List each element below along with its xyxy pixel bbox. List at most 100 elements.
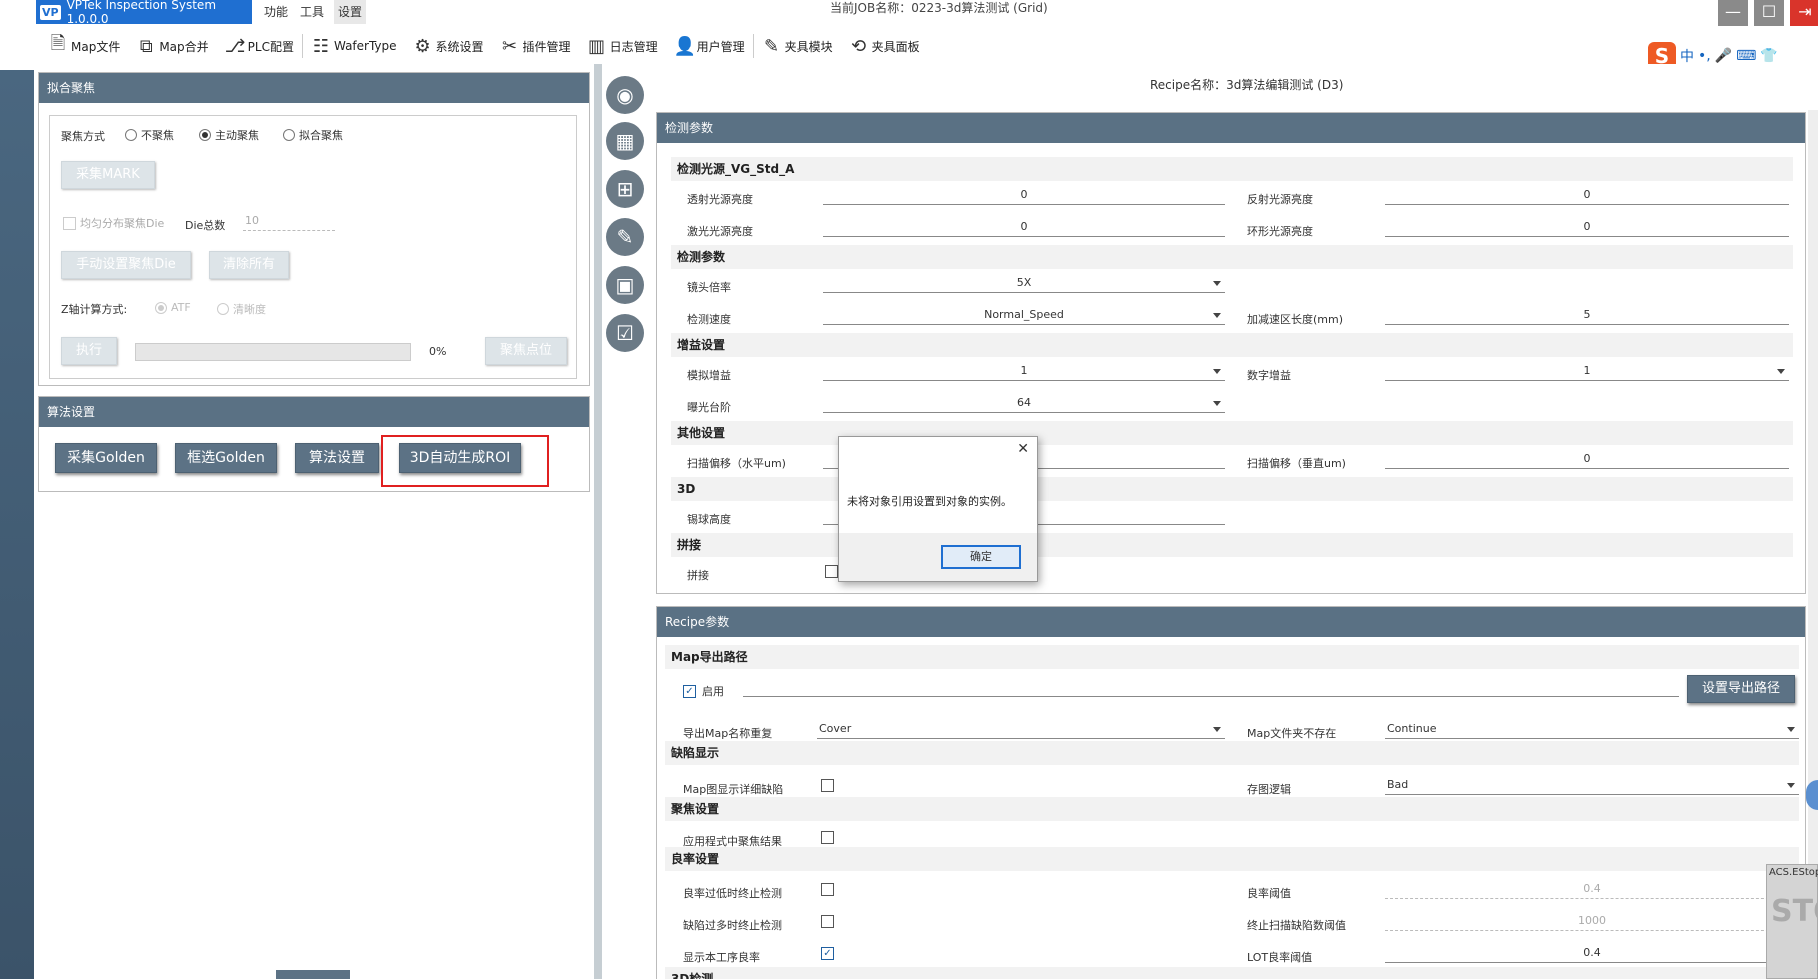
bottom-tab[interactable] [276,970,350,979]
radio-sharpness[interactable]: 清晰度 [217,301,266,317]
maximize-button[interactable]: ☐ [1754,0,1784,26]
ime-lang[interactable]: 中 [1680,46,1694,66]
keyboard-icon[interactable]: ⌨ [1736,48,1756,64]
manual-set-die-button[interactable]: 手动设置聚焦Die [61,251,191,279]
books-icon: ▥ [588,35,606,57]
toolbar-plugins[interactable]: ✂ 插件管理 [492,31,579,61]
stop-scan-threshold-input[interactable]: 1000 [1385,911,1799,931]
toolbar-system-settings[interactable]: ⚙ 系统设置 [405,31,492,61]
plc-icon: ⎇ [224,35,246,57]
map-merge-icon: ⧉ [139,35,153,57]
accel-input[interactable]: 5 [1385,305,1789,325]
acs-estop-panel[interactable]: ACS.EStop STO [1766,864,1818,979]
laser-input[interactable]: 0 [823,217,1225,237]
toolbar-fixture-module[interactable]: ✎ 夹具模块 [754,31,841,61]
grid-map-icon[interactable]: ▦ [606,122,644,160]
menu-tools[interactable]: 工具 [296,0,328,24]
digital-gain-select[interactable]: 1 [1385,361,1789,381]
dup-name-label: 导出Map名称重复 [683,727,773,740]
digital-gain-label: 数字增益 [1247,369,1291,382]
microphone-icon[interactable]: 🎤 [1715,48,1732,64]
ime-punct[interactable]: •, [1698,48,1711,64]
stop-button[interactable]: STO [1767,894,1818,929]
menu-function[interactable]: 功能 [260,0,292,24]
menu-settings[interactable]: 设置 [334,0,367,24]
stop-low-yield-checkbox[interactable] [821,883,834,896]
speed-select[interactable]: Normal_Speed [823,305,1225,325]
focus-mode-label: 聚焦方式 [61,130,105,143]
toolbar-fixture-panel[interactable]: ⟲ 夹具面板 [841,31,928,61]
lot-yield-input[interactable]: 0.4 [1385,943,1799,963]
die-total-input[interactable]: 10 [243,211,335,231]
no-folder-select[interactable]: Continue [1385,719,1799,739]
stop-low-yield-label: 良率过低时终止检测 [683,887,782,900]
toolbar-map-merge[interactable]: ⧉ Map合并 [128,31,216,61]
detect-params-title: 检测参数 [657,113,1805,143]
radio-atf[interactable]: ATF [155,301,191,314]
radio-active-focus[interactable]: 主动聚焦 [199,127,259,143]
apply-focus-checkbox[interactable] [821,831,834,844]
uniform-die-checkbox[interactable]: 均匀分布聚焦Die [63,215,164,231]
collect-golden-button[interactable]: 采集Golden [55,443,157,473]
panel-splitter[interactable] [594,64,602,979]
ruler-icon[interactable]: ✎ [606,218,644,256]
analog-gain-select[interactable]: 1 [823,361,1225,381]
toolbar-plc[interactable]: ⎇ PLC配置 [217,31,302,61]
camera-icon[interactable]: ◉ [606,76,644,114]
dup-name-select[interactable]: Cover [817,719,1225,739]
exposure-label: 曝光台阶 [687,401,731,414]
yield-threshold-label: 良率阈值 [1247,887,1291,900]
image-icon[interactable]: ▣ [606,266,644,304]
user-icon: 👤 [673,35,696,57]
job-name: 当前JOB名称：0223-3d算法测试 (Grid) [830,1,1048,15]
transmit-input[interactable]: 0 [823,185,1225,205]
vp-logo-icon: VP [40,4,61,20]
logout-button[interactable]: ⇥ [1790,0,1818,26]
stitch-label: 拼接 [687,569,709,582]
radio-no-focus[interactable]: 不聚焦 [125,127,174,143]
detail-defect-checkbox[interactable] [821,779,834,792]
select-golden-button[interactable]: 框选Golden [175,443,277,473]
wafer-list-icon[interactable]: ⊞ [606,170,644,208]
app-title: VPTek Inspection System 1.0.0.0 [66,0,217,26]
exposure-select[interactable]: 64 [823,393,1225,413]
radio-fit-focus[interactable]: 拟合聚焦 [283,127,343,143]
shirt-icon[interactable]: 👕 [1760,48,1777,64]
export-path-input[interactable] [743,677,1679,697]
stop-scan-threshold-label: 终止扫描缺陷数阈值 [1247,919,1346,932]
laser-label: 激光光源亮度 [687,225,753,238]
recipe-name: Recipe名称：3d算法编辑测试 (D3) [1150,78,1344,92]
side-handle[interactable] [1806,780,1818,810]
stop-many-defect-checkbox[interactable] [821,915,834,928]
set-export-path-button[interactable]: 设置导出路径 [1687,675,1795,703]
toolbar-wafertype[interactable]: ☷ WaferType [303,31,405,61]
enable-checkbox[interactable]: ✓ 启用 [683,683,724,699]
focus-point-button[interactable]: 聚焦点位 [485,337,567,365]
dialog-close-icon[interactable]: ✕ [1017,441,1029,457]
dialog-ok-button[interactable]: 确定 [941,545,1021,569]
toolbar-logs[interactable]: ▥ 日志管理 [579,31,666,61]
v-offset-input[interactable]: 0 [1385,449,1789,469]
yield-threshold-input[interactable]: 0.4 [1385,879,1799,899]
checklist-icon[interactable]: ☑ [606,314,644,352]
collect-mark-button[interactable]: 采集MARK [61,161,155,189]
algo-settings-button[interactable]: 算法设置 [295,443,379,473]
reflect-input[interactable]: 0 [1385,185,1789,205]
toolbar-map-file[interactable]: 🗎 Map文件 [40,31,128,61]
execute-button[interactable]: 执行 [61,337,117,365]
save-logic-select[interactable]: Bad [1385,775,1799,795]
z-calc-label: Z轴计算方式: [61,303,128,316]
minimize-button[interactable]: — [1718,0,1748,26]
stitch-checkbox[interactable] [825,565,838,578]
ring-input[interactable]: 0 [1385,217,1789,237]
reflect-label: 反射光源亮度 [1247,193,1313,206]
lens-select[interactable]: 5X [823,273,1225,293]
toolbar-users[interactable]: 👤 用户管理 [666,31,753,61]
scrollbar[interactable] [1808,110,1818,870]
document-icon: 🗎 [50,33,66,54]
toolbar: 🗎 Map文件 ⧉ Map合并 ⎇ PLC配置 ☷ WaferType ⚙ 系统设置 ✂ 插… [40,30,1120,62]
dialog-message: 未将对象引用设置到对象的实例。 [847,495,1012,508]
clear-all-button[interactable]: 清除所有 [209,251,289,279]
show-yield-checkbox[interactable]: ✓ [821,947,834,960]
tools-icon: ✂ [502,35,518,57]
